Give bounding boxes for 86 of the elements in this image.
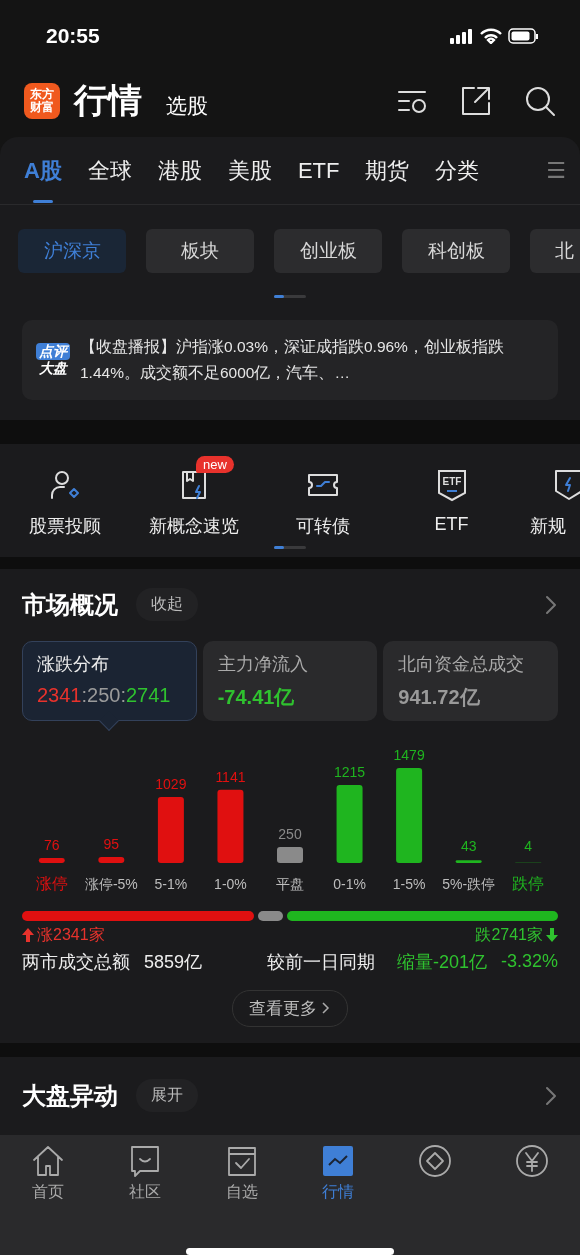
- category-label: 5%-跌停: [442, 875, 496, 892]
- chat-smile-icon: [128, 1143, 162, 1178]
- board-chip[interactable]: 创业板: [274, 229, 382, 274]
- rise-count: 涨2341家: [37, 924, 105, 945]
- volume-change: 缩量-201亿: [396, 950, 487, 974]
- category-label: 平盘: [276, 875, 304, 892]
- signal-icon: [450, 28, 474, 45]
- turnover-value: 5859亿: [144, 950, 203, 974]
- shortcut-item[interactable]: ETF ETF: [387, 454, 516, 547]
- bar-value: 1029: [155, 775, 187, 792]
- wifi-icon: [480, 28, 502, 45]
- up-arrow-icon: [22, 928, 34, 943]
- category-label: 0-1%: [333, 875, 366, 892]
- app-logo: 东方 财富: [24, 82, 60, 119]
- page-indicator: [274, 295, 306, 299]
- shortcut-item[interactable]: 可转债: [258, 454, 387, 547]
- trend-chart-icon: [321, 1143, 356, 1178]
- battery-icon: [508, 28, 540, 45]
- card-label: 北向资金总成交: [398, 652, 526, 676]
- market-tab[interactable]: 期货: [365, 136, 410, 205]
- category-label: 1-0%: [214, 875, 247, 892]
- market-tab[interactable]: 港股: [157, 136, 202, 205]
- card-label: 涨跌分布: [37, 652, 110, 676]
- card-value: -74.41亿: [217, 684, 296, 710]
- search-icon[interactable]: [524, 84, 556, 117]
- bar-value: 43: [460, 837, 477, 854]
- stock-picker-link[interactable]: 选股: [166, 91, 382, 120]
- bar-value: 1215: [334, 763, 366, 780]
- bar-value: 250: [278, 825, 302, 842]
- market-tab[interactable]: 美股: [227, 136, 272, 205]
- board-chip[interactable]: 科创板: [402, 229, 510, 274]
- board-chip[interactable]: 北: [530, 229, 580, 274]
- board-chip[interactable]: 板块: [146, 229, 254, 274]
- nav-tab[interactable]: 社区: [96, 1142, 194, 1213]
- expand-button[interactable]: 展开: [136, 1079, 198, 1113]
- bar-value: 1141: [215, 768, 246, 785]
- news-card[interactable]: 点评 大盘 【收盘播报】沪指涨0.03%，深证成指跌0.96%，创业板指跌1.44%。成交额不足6000亿，汽车、…: [22, 320, 558, 401]
- nav-tab[interactable]: 行情: [290, 1142, 387, 1213]
- yen-circle-icon: [514, 1143, 549, 1178]
- shield-icon: [552, 468, 580, 503]
- down-arrow-icon: [546, 928, 558, 943]
- overview-card[interactable]: 涨跌分布 2341:250:2741: [22, 640, 197, 721]
- section-title: 市场概况: [22, 589, 118, 620]
- menu-icon[interactable]: ☰: [546, 157, 566, 184]
- volume-percent: -3.32%: [500, 951, 558, 973]
- bar-value: 4: [524, 837, 533, 854]
- bar-value: 1479: [393, 746, 425, 763]
- new-badge: new: [196, 456, 234, 474]
- share-icon[interactable]: [460, 84, 492, 117]
- category-label: 1-5%: [392, 875, 426, 892]
- chevron-right-icon: [321, 1001, 331, 1016]
- category-label: 涨停-5%: [84, 875, 138, 892]
- more-button[interactable]: 查看更多: [232, 989, 348, 1027]
- category-label: 涨停: [35, 874, 68, 892]
- overview-card[interactable]: 北向资金总成交 941.72亿: [383, 640, 558, 721]
- bar-value: 76: [44, 837, 60, 854]
- shortcut-item[interactable]: new 新概念速览: [129, 454, 258, 547]
- diamond-circle-icon: [418, 1143, 452, 1178]
- compare-label: 较前一日同期: [266, 950, 375, 974]
- card-value: 941.72亿: [398, 684, 481, 710]
- board-chip[interactable]: 沪深京: [18, 229, 126, 274]
- card-value: 2341:250:2741: [37, 683, 172, 707]
- collapse-button[interactable]: 收起: [136, 588, 198, 622]
- bar-value: 95: [103, 835, 120, 852]
- overview-card[interactable]: 主力净流入 -74.41亿: [202, 640, 378, 721]
- market-tab[interactable]: A股: [24, 136, 62, 205]
- market-tab[interactable]: ETF: [297, 136, 340, 205]
- shortcut-item[interactable]: 新规: [516, 454, 580, 547]
- chevron-right-icon[interactable]: [544, 593, 558, 616]
- market-tab[interactable]: 分类: [435, 136, 480, 205]
- chevron-right-icon[interactable]: [544, 1084, 558, 1107]
- turnover-label: 两市成交总额: [22, 950, 130, 974]
- page-indicator: [274, 546, 306, 550]
- status-time: 20:55: [46, 24, 100, 49]
- nav-tab[interactable]: 自选: [193, 1142, 290, 1213]
- news-text: 【收盘播报】沪指涨0.03%，深证成指跌0.96%，创业板指跌1.44%。成交额不足6000亿，汽车、…: [80, 337, 505, 384]
- home-icon: [31, 1143, 66, 1178]
- fall-count: 跌2741家: [475, 924, 543, 945]
- page-title: 行情: [74, 79, 142, 121]
- category-label: 5-1%: [154, 875, 188, 892]
- card-label: 主力净流入: [217, 652, 309, 676]
- section-title: 大盘异动: [22, 1080, 118, 1111]
- nav-tab[interactable]: 首页: [0, 1142, 97, 1213]
- shortcut-item[interactable]: 股票投顾: [0, 454, 129, 547]
- market-tab[interactable]: 全球: [87, 136, 132, 205]
- category-label: 跌停: [512, 874, 545, 892]
